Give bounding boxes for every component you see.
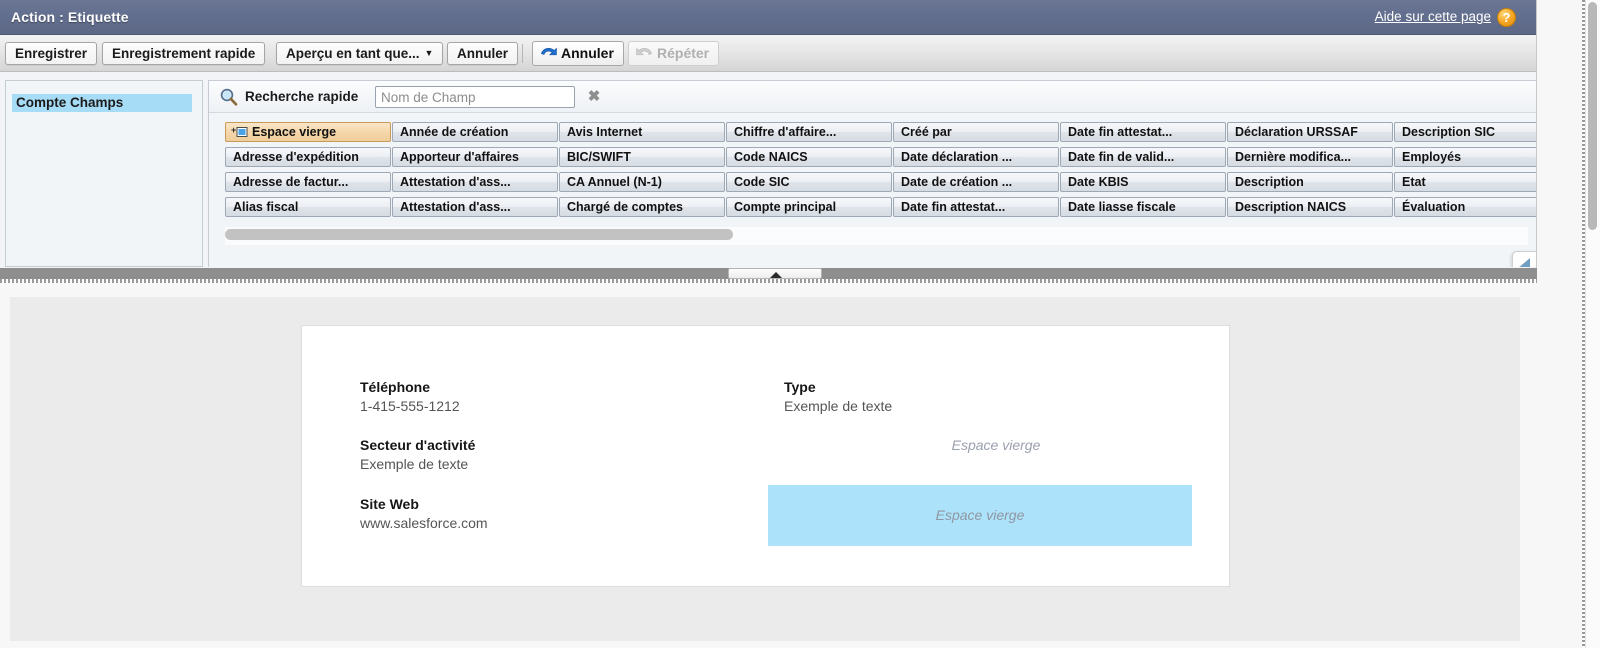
preview-as-label: Aperçu en tant que... xyxy=(286,46,420,61)
palette-tile[interactable]: Description NAICS xyxy=(1227,197,1393,217)
help-link[interactable]: Aide sur cette page xyxy=(1375,9,1491,24)
palette-collapse-button[interactable] xyxy=(1512,251,1536,267)
palette-tile[interactable]: Déclaration URSSAF xyxy=(1227,122,1393,142)
palette-tile[interactable]: Apporteur d'affaires xyxy=(392,147,558,167)
layout-builder-panel: Action : Etiquette Aide sur cette page ?… xyxy=(0,0,1537,283)
field-value: Exemple de texte xyxy=(784,398,893,414)
palette-tile[interactable]: + Espace vierge xyxy=(225,122,391,142)
palette-tile[interactable]: Adresse d'expédition xyxy=(225,147,391,167)
collapse-triangle-icon xyxy=(770,272,782,278)
palette-column: Déclaration URSSAF Dernière modifica... De… xyxy=(1227,122,1393,222)
page-scrollbar-thumb[interactable] xyxy=(1588,2,1597,230)
palette-tile[interactable]: Adresse de factur... xyxy=(225,172,391,192)
blank-space-icon: + xyxy=(231,125,248,141)
splitter-grip-strip xyxy=(0,279,1537,283)
field-value: Exemple de texte xyxy=(360,456,469,472)
field-label: Type xyxy=(784,379,816,395)
undo-label: Annuler xyxy=(561,45,614,61)
palette-tile[interactable]: Date liasse fiscale xyxy=(1060,197,1226,217)
field-label: Secteur d'activité xyxy=(360,437,476,453)
palette-tile[interactable]: Employés xyxy=(1394,147,1536,167)
palette-tile[interactable]: Date de création ... xyxy=(893,172,1059,192)
palette-search-row: Recherche rapide ✖ xyxy=(209,81,1536,113)
field-label: Site Web xyxy=(360,496,419,512)
palette-column: Créé par Date déclaration ... Date de créa… xyxy=(893,122,1059,222)
palette-horizontal-scrollbar[interactable] xyxy=(225,227,1528,245)
page-scrollbar[interactable] xyxy=(1585,0,1600,648)
palette-column: Avis Internet BIC/SWIFT CA Annuel (N-1) Cha… xyxy=(559,122,725,222)
page-header: Action : Etiquette Aide sur cette page ? xyxy=(0,0,1536,35)
preview-field-type[interactable]: Type Exemple de texte xyxy=(784,378,892,416)
preview-as-button[interactable]: Aperçu en tant que... ▼ xyxy=(276,42,444,65)
palette-tile[interactable]: Description xyxy=(1227,172,1393,192)
preview-blank-slot[interactable]: Espace vierge xyxy=(784,436,1208,455)
preview-field-telephone[interactable]: Téléphone 1-415-555-1212 xyxy=(360,378,460,416)
redo-arrow-icon xyxy=(636,47,653,56)
palette-column: Année de création Apporteur d'affaires Att… xyxy=(392,122,558,222)
record-preview-card: Téléphone 1-415-555-1212 Secteur d'activ… xyxy=(301,325,1230,587)
palette-tile[interactable]: Date déclaration ... xyxy=(893,147,1059,167)
field-value: 1-415-555-1212 xyxy=(360,398,460,414)
quick-find-label: Recherche rapide xyxy=(245,89,359,104)
palette-tile[interactable]: Code SIC xyxy=(726,172,892,192)
redo-label: Répéter xyxy=(657,45,710,61)
palette-tile[interactable]: Attestation d'ass... xyxy=(392,197,558,217)
builder-toolbar: Enregistrer Enregistrement rapide Aperçu… xyxy=(0,35,1536,72)
undo-arrow-icon xyxy=(540,47,557,56)
palette-tile[interactable]: Créé par xyxy=(893,122,1059,142)
quick-save-button[interactable]: Enregistrement rapide xyxy=(102,42,266,65)
palette-column: + Espace vierge Adresse d'expédition Adress… xyxy=(225,122,391,222)
redo-button: Répéter xyxy=(628,41,720,66)
palette-tile[interactable]: Année de création xyxy=(392,122,558,142)
palette-tile[interactable]: Dernière modifica... xyxy=(1227,147,1393,167)
preview-blank-drop-target[interactable]: Espace vierge xyxy=(768,485,1192,546)
chevron-left-icon xyxy=(1517,258,1530,267)
palette-scroll-thumb[interactable] xyxy=(225,229,733,240)
field-label: Téléphone xyxy=(360,379,431,395)
palette-tile[interactable]: Compte principal xyxy=(726,197,892,217)
palette-tile[interactable]: Alias fiscal xyxy=(225,197,391,217)
palette-tile[interactable]: Évaluation xyxy=(1394,197,1536,217)
palette-tile[interactable]: Code NAICS xyxy=(726,147,892,167)
undo-button[interactable]: Annuler xyxy=(532,41,624,66)
builder-sidebar: Compte Champs xyxy=(5,80,203,267)
palette-tile[interactable]: Description SIC xyxy=(1394,122,1536,142)
search-input[interactable] xyxy=(375,86,575,108)
magnifier-icon xyxy=(219,87,238,111)
palette-tile[interactable]: Chiffre d'affaire... xyxy=(726,122,892,142)
palette-tile[interactable]: Date fin de valid... xyxy=(1060,147,1226,167)
palette-tile[interactable]: CA Annuel (N-1) xyxy=(559,172,725,192)
palette-tile-grid: + Espace vierge Adresse d'expédition Adress… xyxy=(225,122,1536,219)
preview-field-secteur-activite[interactable]: Secteur d'activité Exemple de texte xyxy=(360,436,475,474)
save-button[interactable]: Enregistrer xyxy=(5,42,98,65)
palette-column: Date fin attestat... Date fin de valid...… xyxy=(1060,122,1226,222)
help-icon[interactable]: ? xyxy=(1497,8,1516,27)
page-title: Action : Etiquette xyxy=(11,9,129,25)
cancel-button[interactable]: Annuler xyxy=(447,42,519,65)
palette-tile[interactable]: Date KBIS xyxy=(1060,172,1226,192)
field-value: www.salesforce.com xyxy=(360,515,488,531)
palette-column: Description SIC Employés Etat Évaluation xyxy=(1394,122,1536,222)
panel-splitter[interactable] xyxy=(0,268,1537,279)
palette-tile[interactable]: Etat xyxy=(1394,172,1536,192)
splitter-handle[interactable] xyxy=(728,268,822,279)
palette-column: Chiffre d'affaire... Code NAICS Code SIC Co… xyxy=(726,122,892,222)
toolbar-separator xyxy=(522,44,523,63)
palette-tile[interactable]: Avis Internet xyxy=(559,122,725,142)
layout-preview-canvas: Téléphone 1-415-555-1212 Secteur d'activ… xyxy=(10,297,1520,641)
palette-tile[interactable]: Date fin attestat... xyxy=(893,197,1059,217)
palette-tile[interactable]: Attestation d'ass... xyxy=(392,172,558,192)
sidebar-item-compte-champs[interactable]: Compte Champs xyxy=(12,94,192,112)
svg-text:+: + xyxy=(231,126,236,135)
field-palette: Recherche rapide ✖ +Espace vierge Adresse… xyxy=(208,80,1536,267)
page-root: Action : Etiquette Aide sur cette page ?… xyxy=(0,0,1600,648)
clear-x-icon[interactable]: ✖ xyxy=(585,88,603,106)
palette-tile[interactable]: BIC/SWIFT xyxy=(559,147,725,167)
palette-tile[interactable]: Date fin attestat... xyxy=(1060,122,1226,142)
palette-tile[interactable]: Chargé de comptes xyxy=(559,197,725,217)
chevron-down-icon: ▼ xyxy=(424,48,434,58)
preview-field-site-web[interactable]: Site Web www.salesforce.com xyxy=(360,495,488,533)
